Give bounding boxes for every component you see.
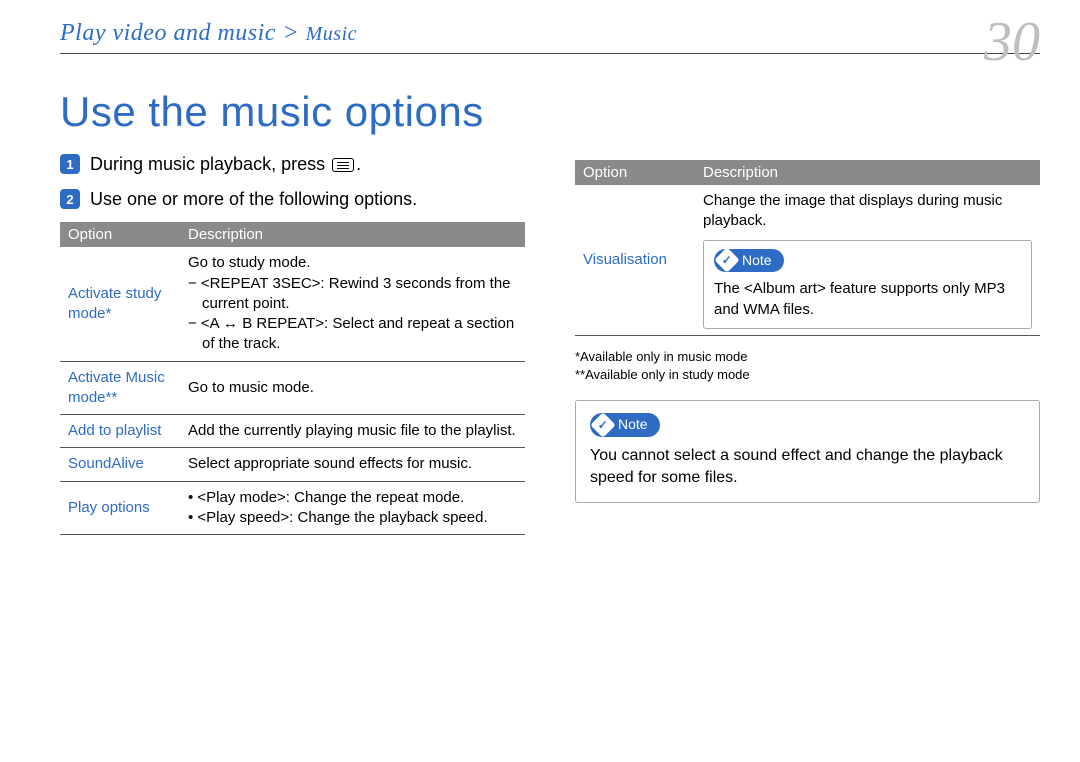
table-row: Visualisation Change the image that disp… [575, 185, 1040, 336]
note-badge: ✓ Note [714, 249, 784, 273]
option-name: Play options [60, 481, 180, 535]
table-row: Add to playlist Add the currently playin… [60, 415, 525, 448]
option-desc: Change the image that displays during mu… [695, 185, 1040, 336]
page: Play video and music > Music 30 Use the … [0, 0, 1080, 762]
option-name: Add to playlist [60, 415, 180, 448]
note-text: You cannot select a sound effect and cha… [590, 445, 1025, 490]
th-description: Description [180, 222, 525, 247]
option-name: Activate study mode* [60, 247, 180, 361]
desc-line: • <Play speed>: Change the playback spee… [188, 508, 517, 528]
table-row: SoundAlive Select appropriate sound effe… [60, 448, 525, 481]
page-title: Use the music options [60, 88, 1040, 136]
step-1-post: . [356, 154, 361, 174]
option-desc: Add the currently playing music file to … [180, 415, 525, 448]
note-text: The <Album art> feature supports only MP… [714, 278, 1021, 320]
note-box: ✓ Note The <Album art> feature supports … [703, 240, 1032, 330]
note-label: Note [618, 415, 648, 435]
page-number: 30 [984, 10, 1040, 74]
desc-line: − <A ↔ B REPEAT>: Select and repeat a se… [188, 314, 517, 355]
left-column: 1 During music playback, press . 2 Use o… [60, 152, 525, 535]
menu-icon [332, 158, 354, 172]
note-badge: ✓ Note [590, 413, 660, 437]
desc-line: Change the image that displays during mu… [703, 191, 1032, 232]
right-column: Option Description Visualisation Change … [575, 152, 1040, 535]
footnote-line: **Available only in study mode [575, 366, 1040, 384]
step-1-pre: During music playback, press [90, 154, 330, 174]
desc-line: • <Play mode>: Change the repeat mode. [188, 488, 517, 508]
option-desc: Go to music mode. [180, 361, 525, 415]
th-description: Description [695, 160, 1040, 185]
option-name: Visualisation [575, 185, 695, 336]
option-desc: Select appropriate sound effects for mus… [180, 448, 525, 481]
desc-line: Go to study mode. [188, 254, 311, 271]
table-row: Activate Music mode** Go to music mode. [60, 361, 525, 415]
step-2-text: Use one or more of the following options… [90, 187, 417, 212]
th-option: Option [575, 160, 695, 185]
options-table-left: Option Description Activate study mode* … [60, 222, 525, 535]
check-icon: ✓ [714, 248, 739, 273]
step-1-text: During music playback, press . [90, 152, 361, 177]
step-badge-1: 1 [60, 154, 80, 174]
table-row: Activate study mode* Go to study mode. −… [60, 247, 525, 361]
step-2: 2 Use one or more of the following optio… [60, 187, 525, 212]
option-desc: • <Play mode>: Change the repeat mode. •… [180, 481, 525, 535]
check-icon: ✓ [590, 413, 615, 438]
option-desc: Go to study mode. − <REPEAT 3SEC>: Rewin… [180, 247, 525, 361]
breadcrumb-sub: Music [306, 23, 357, 45]
breadcrumb: Play video and music > Music [60, 20, 357, 46]
option-name: Activate Music mode** [60, 361, 180, 415]
table-row: Play options • <Play mode>: Change the r… [60, 481, 525, 535]
content-columns: 1 During music playback, press . 2 Use o… [60, 152, 1040, 535]
note-box: ✓ Note You cannot select a sound effect … [575, 400, 1040, 502]
desc-line: − <REPEAT 3SEC>: Rewind 3 seconds from t… [188, 274, 517, 315]
th-option: Option [60, 222, 180, 247]
header-divider [60, 53, 1040, 54]
step-badge-2: 2 [60, 189, 80, 209]
footnotes: *Available only in music mode **Availabl… [575, 348, 1040, 384]
step-1: 1 During music playback, press . [60, 152, 525, 177]
options-table-right: Option Description Visualisation Change … [575, 160, 1040, 336]
breadcrumb-main: Play video and music > [60, 20, 299, 46]
footnote-line: *Available only in music mode [575, 348, 1040, 366]
header: Play video and music > Music 30 [60, 20, 1040, 70]
note-label: Note [742, 251, 772, 271]
option-name: SoundAlive [60, 448, 180, 481]
